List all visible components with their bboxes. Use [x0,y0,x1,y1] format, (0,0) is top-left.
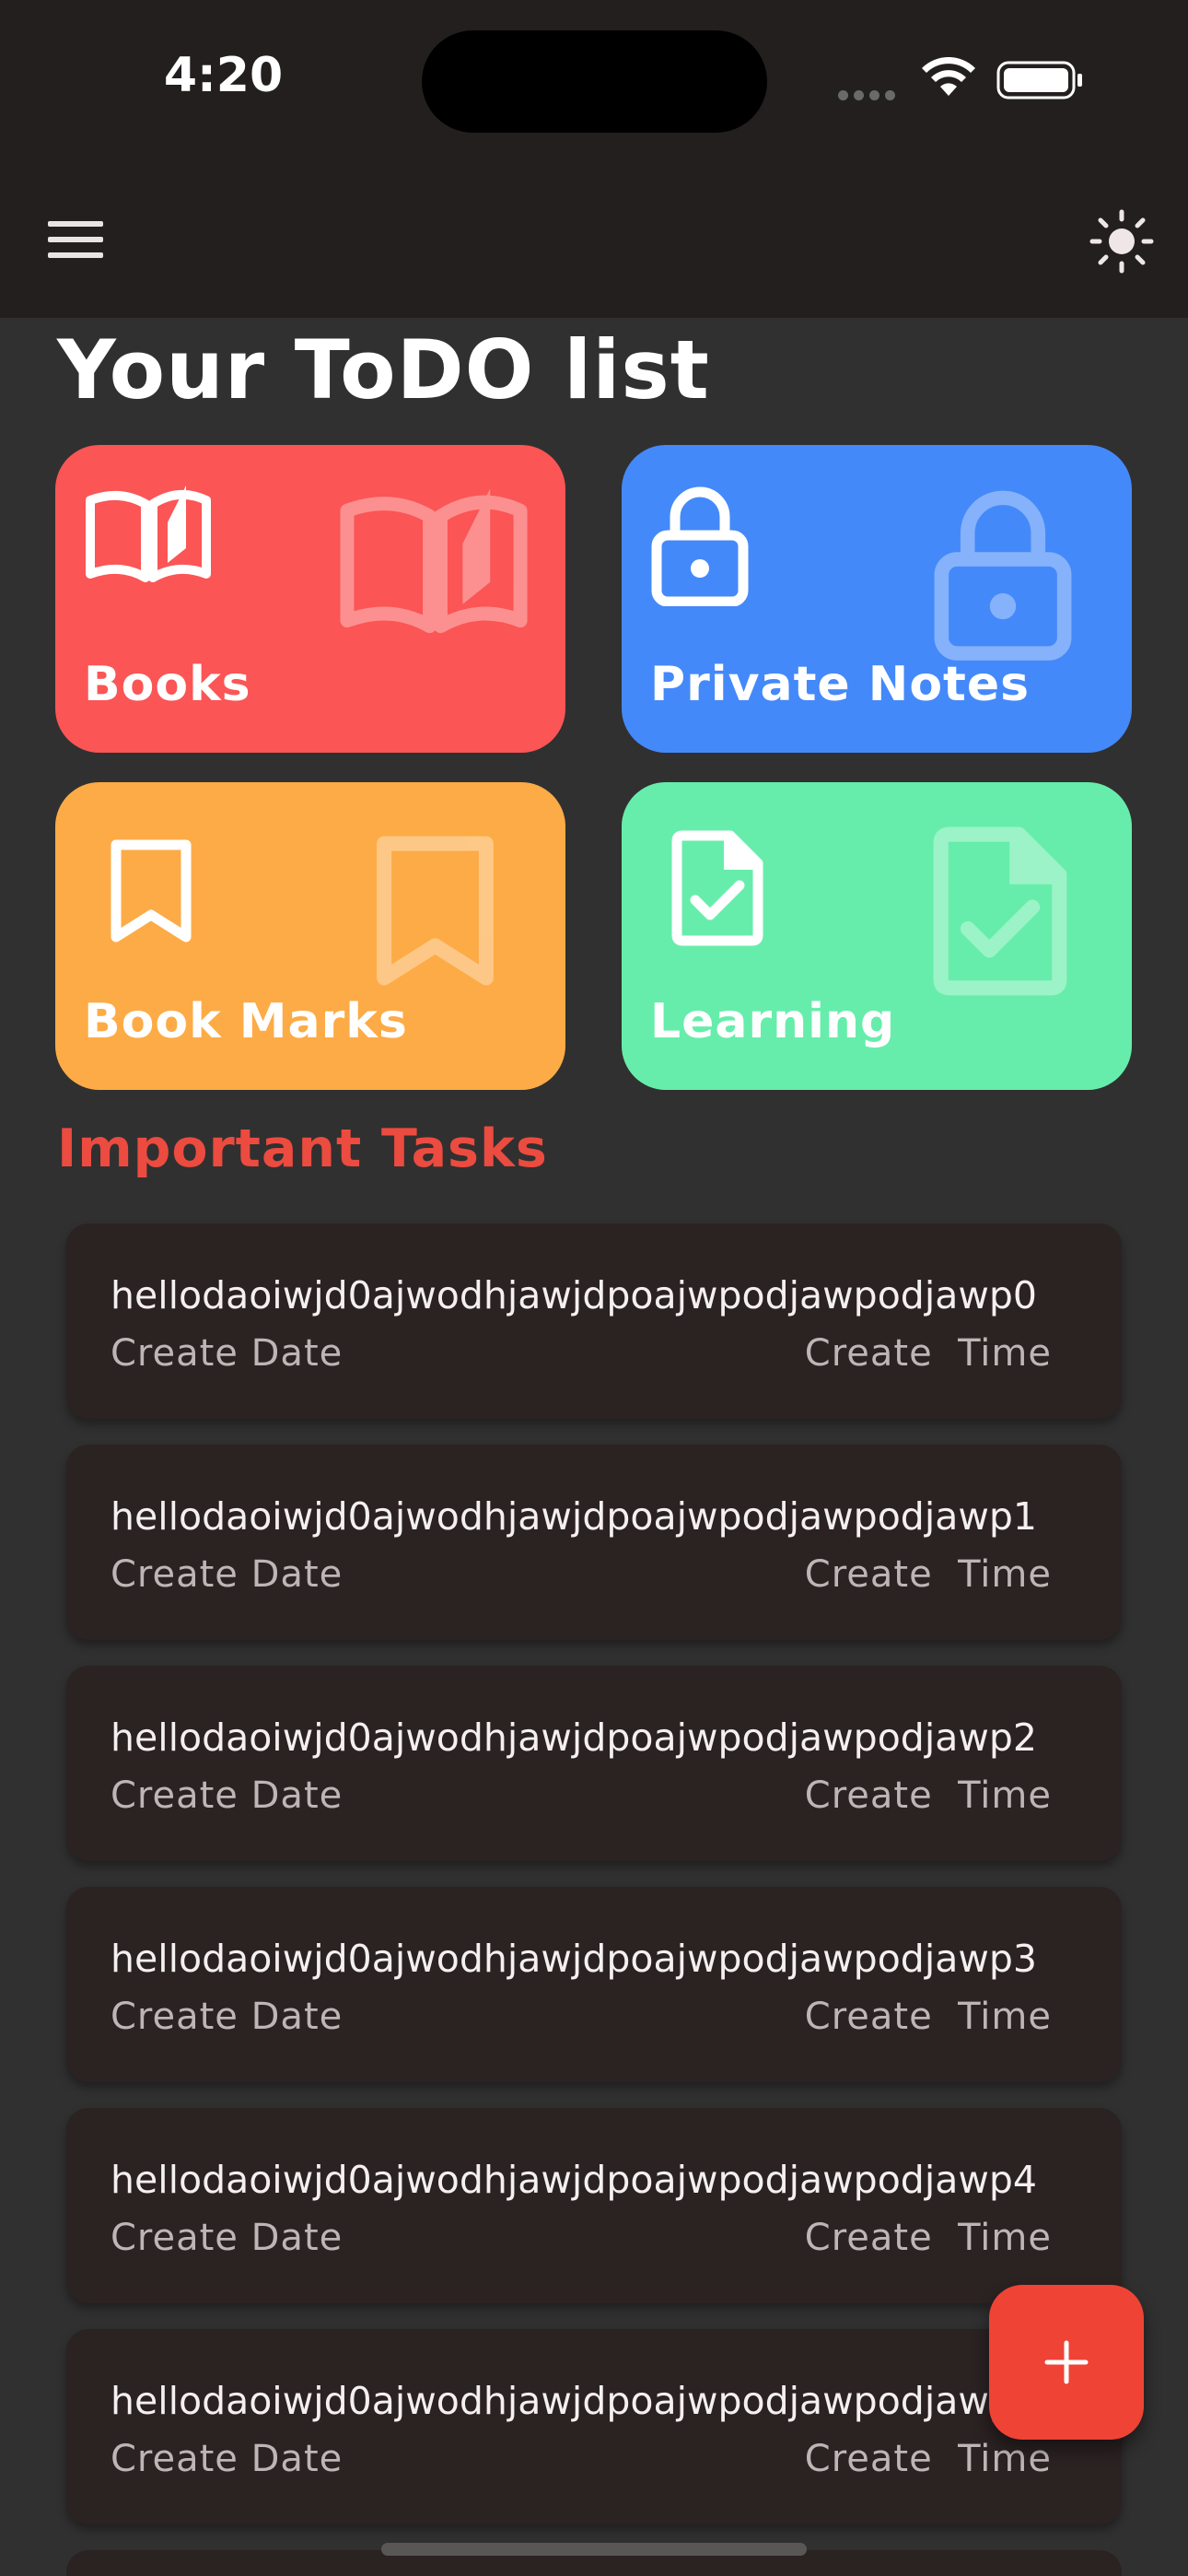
lock-icon-watermark [934,490,1072,661]
task-list: hellodaoiwjd0ajwodhjawjdpoajwpodjawpodja… [66,1224,1122,2550]
open-book-icon [86,486,211,582]
task-card[interactable]: hellodaoiwjd0ajwodhjawjdpoajwpodjawpodja… [66,2329,1122,2524]
task-create-time: Create Time [804,1774,1052,1817]
task-title: hellodaoiwjd0ajwodhjawjdpoajwpodjawpodja… [111,2158,1037,2202]
signal-dots-icon [838,87,901,104]
task-create-time: Create Time [804,1996,1052,2038]
category-card-learning[interactable]: Learning [622,782,1132,1090]
hamburger-menu-icon [48,221,103,258]
task-create-date: Create Date [111,1996,344,2038]
section-title-important-tasks: Important Tasks [57,1118,548,1179]
category-card-books[interactable]: Books [55,445,565,753]
dynamic-island [422,30,767,133]
task-create-time: Create Time [804,2217,1052,2259]
lock-icon [651,486,749,606]
task-create-date: Create Date [111,1332,344,1375]
bookmark-icon-watermark [377,836,494,986]
task-card[interactable]: hellodaoiwjd0ajwodhjawjdpoajwpodjawpodja… [66,2108,1122,2303]
task-card[interactable]: hellodaoiwjd0ajwodhjawjdpoajwpodjawpodja… [66,1666,1122,1861]
task-create-date: Create Date [111,1553,344,1596]
add-task-button[interactable] [989,2285,1144,2440]
task-create-date: Create Date [111,2217,344,2259]
task-card[interactable]: hellodaoiwjd0ajwodhjawjdpoajwpodjawpodja… [66,1887,1122,2082]
open-book-icon-watermark [340,488,528,634]
menu-button[interactable] [48,221,103,262]
category-card-private-notes[interactable]: Private Notes [622,445,1132,753]
task-card[interactable]: hellodaoiwjd0ajwodhjawjdpoajwpodjawpodja… [66,1224,1122,1419]
task-create-date: Create Date [111,1774,344,1817]
bookmark-icon [111,839,192,943]
task-title: hellodaoiwjd0ajwodhjawjdpoajwpodjawpodja… [111,1715,1037,1760]
wifi-icon [922,57,975,96]
sun-icon [1089,209,1154,274]
task-create-time: Create Time [804,2438,1052,2480]
theme-toggle-button[interactable] [1089,209,1154,274]
category-label: Learning [650,994,896,1049]
task-title: hellodaoiwjd0ajwodhjawjdpoajwpodjawpodja… [111,1937,1037,1981]
task-create-time: Create Time [804,1332,1052,1375]
category-label: Private Notes [650,657,1031,712]
task-card[interactable]: hellodaoiwjd0ajwodhjawjdpoajwpodjawpodja… [66,1445,1122,1640]
page-title: Your ToDO list [57,322,710,417]
category-card-book-marks[interactable]: Book Marks [55,782,565,1090]
task-create-date: Create Date [111,2438,344,2480]
plus-icon [1044,2340,1089,2384]
category-label: Book Marks [84,994,408,1049]
document-check-icon [671,830,763,946]
app-bar: 4:20 [0,0,1188,318]
task-create-time: Create Time [804,1553,1052,1596]
task-title: hellodaoiwjd0ajwodhjawjdpoajwpodjawpodja… [111,2379,1037,2423]
task-title: hellodaoiwjd0ajwodhjawjdpoajwpodjawpodja… [111,1494,1037,1539]
status-icons [838,55,1087,101]
home-indicator [381,2543,807,2556]
task-title: hellodaoiwjd0ajwodhjawjdpoajwpodjawpodja… [111,1273,1037,1317]
status-time: 4:20 [163,48,284,103]
document-check-icon-watermark [933,826,1067,996]
battery-icon [996,61,1082,100]
category-label: Books [84,657,251,712]
